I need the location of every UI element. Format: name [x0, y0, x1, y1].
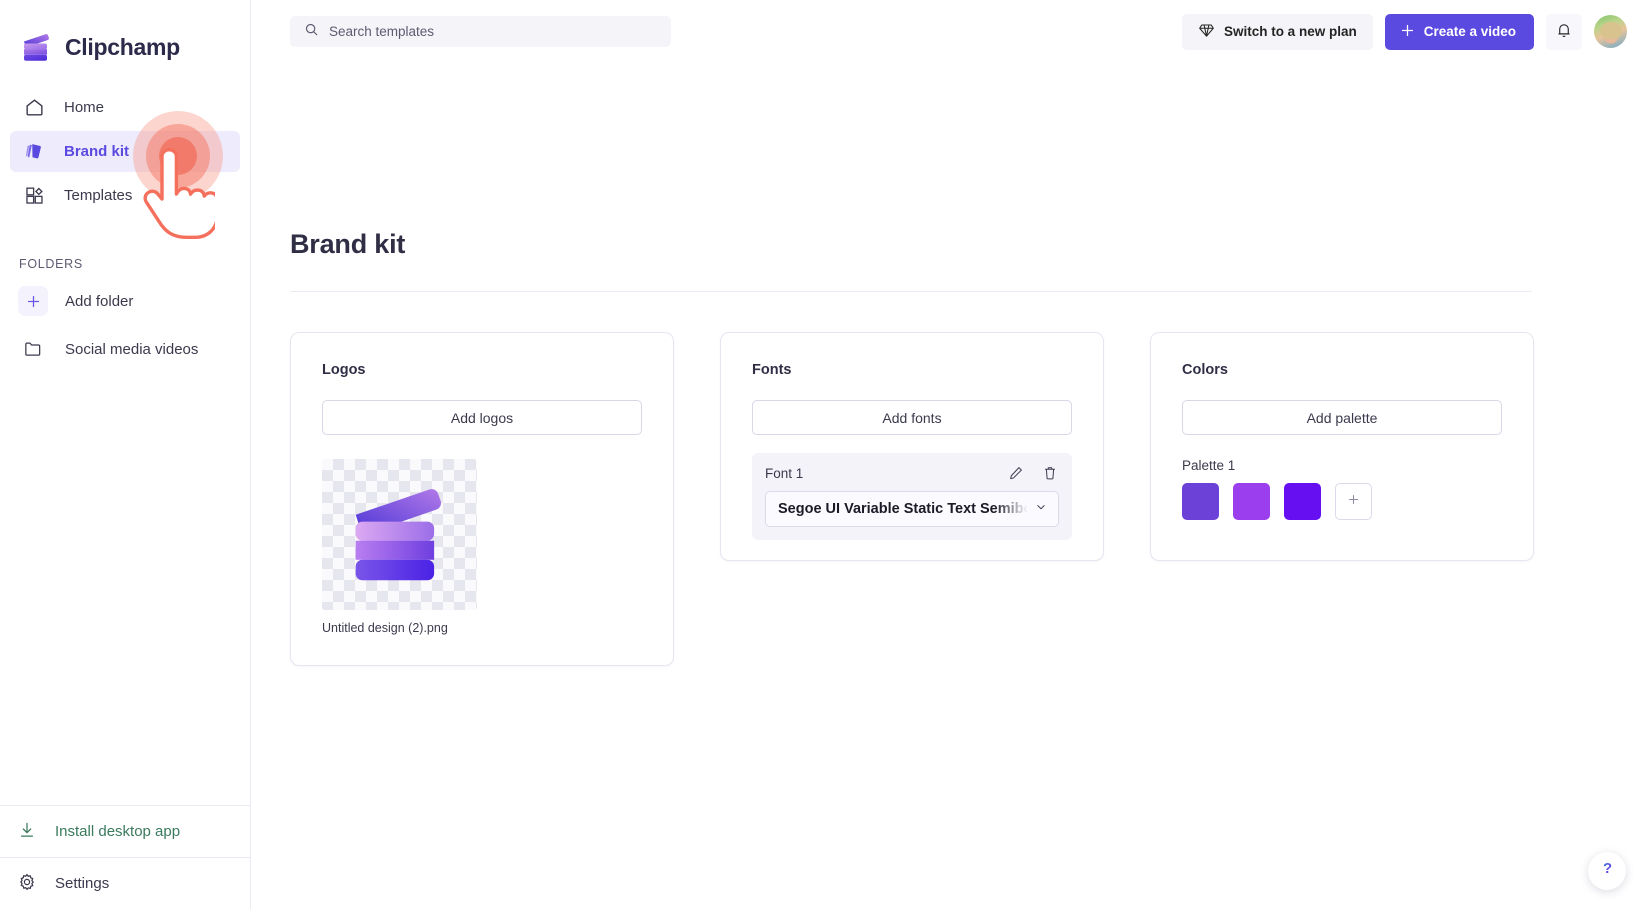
- sidebar-item-label: Social media videos: [65, 340, 199, 358]
- avatar[interactable]: [1594, 15, 1627, 48]
- switch-plan-button[interactable]: Switch to a new plan: [1181, 13, 1373, 50]
- svg-text:?: ?: [1602, 861, 1611, 877]
- templates-grid-icon: [22, 184, 46, 208]
- sidebar-footer-label: Settings: [55, 875, 110, 892]
- add-folder-icon-wrap: [18, 286, 48, 316]
- page-title: Brand kit: [290, 229, 406, 259]
- font-item: Font 1 Segoe UI Variable Static Text Sem…: [752, 453, 1072, 540]
- fonts-card: Fonts Add fonts Font 1 Segoe UI Variable…: [720, 332, 1104, 561]
- plus-icon: [1346, 492, 1361, 512]
- brand-kit-cards: Logos Add logos Untitled design (2).png …: [290, 332, 1647, 666]
- title-divider: [290, 291, 1532, 292]
- sidebar-item-social-media-videos[interactable]: Social media videos: [10, 327, 240, 371]
- clipchamp-app: Clipchamp Home Brand kit Templates FOLDE…: [0, 0, 1647, 909]
- main-content: Switch to a new plan Create a video: [251, 0, 1647, 909]
- add-fonts-button[interactable]: Add fonts: [752, 400, 1072, 435]
- search-box[interactable]: [290, 16, 671, 47]
- sidebar-item-label: Brand kit: [64, 143, 130, 160]
- add-logos-button[interactable]: Add logos: [322, 400, 642, 435]
- trash-icon[interactable]: [1041, 464, 1059, 482]
- add-color-swatch-button[interactable]: [1335, 483, 1372, 520]
- font-select-value: Segoe UI Variable Static Text Semibold: [778, 501, 1030, 517]
- add-logos-label: Add logos: [450, 409, 514, 426]
- brand-kit-icon: [22, 140, 46, 164]
- sidebar-item-home[interactable]: Home: [10, 87, 240, 128]
- clapperboard-logo-icon: [20, 32, 54, 62]
- pencil-icon[interactable]: [1007, 464, 1025, 482]
- font-item-actions: [1007, 464, 1059, 482]
- sidebar-item-add-folder[interactable]: Add folder: [10, 279, 240, 323]
- notifications-button[interactable]: [1546, 13, 1582, 50]
- sidebar-item-label: Templates: [64, 187, 133, 204]
- logo-item: Untitled design (2).png: [322, 459, 477, 635]
- create-video-label: Create a video: [1423, 24, 1516, 39]
- sidebar-footer-label: Install desktop app: [55, 823, 181, 840]
- plus-icon: [1399, 22, 1416, 42]
- settings-button[interactable]: Settings: [0, 857, 250, 909]
- primary-nav: Home Brand kit Templates: [0, 84, 250, 219]
- color-swatch[interactable]: [1233, 483, 1270, 520]
- folder-icon: [18, 334, 48, 364]
- sidebar-item-label: Add folder: [65, 292, 134, 310]
- help-button[interactable]: ?: [1588, 852, 1626, 890]
- top-bar: Switch to a new plan Create a video: [251, 0, 1647, 63]
- logo-filename: Untitled design (2).png: [322, 621, 448, 635]
- top-bar-actions: Switch to a new plan Create a video: [1181, 13, 1627, 50]
- add-palette-button[interactable]: Add palette: [1182, 400, 1502, 435]
- plus-icon: [18, 286, 48, 316]
- bell-icon: [1555, 21, 1573, 42]
- install-desktop-app-button[interactable]: Install desktop app: [0, 805, 250, 857]
- clapperboard-logo-image: [342, 480, 458, 589]
- color-swatch[interactable]: [1284, 483, 1321, 520]
- colors-card: Colors Add palette Palette 1: [1150, 332, 1534, 561]
- sidebar-item-templates[interactable]: Templates: [10, 175, 240, 216]
- sidebar: Clipchamp Home Brand kit Templates FOLDE…: [0, 0, 251, 909]
- font-item-label: Font 1: [765, 465, 804, 481]
- app-name: Clipchamp: [65, 33, 180, 60]
- add-palette-label: Add palette: [1306, 409, 1378, 426]
- switch-plan-label: Switch to a new plan: [1223, 24, 1357, 39]
- add-fonts-label: Add fonts: [882, 409, 942, 426]
- logos-card: Logos Add logos Untitled design (2).png: [290, 332, 674, 666]
- download-icon: [17, 820, 37, 844]
- sidebar-item-label: Home: [64, 99, 105, 116]
- search-icon: [304, 22, 319, 42]
- question-mark-icon: ?: [1597, 858, 1618, 884]
- diamond-icon: [1198, 22, 1215, 42]
- logo-thumbnail[interactable]: [322, 459, 477, 610]
- avatar-hair: [1600, 22, 1621, 40]
- gear-icon: [17, 872, 37, 896]
- page-body: Brand kit Logos Add logos Untitled desig…: [251, 229, 1647, 666]
- font-item-header: Font 1: [765, 464, 1059, 482]
- logos-card-title: Logos: [322, 362, 366, 378]
- font-select[interactable]: Segoe UI Variable Static Text Semibold: [765, 491, 1059, 527]
- folders-heading: FOLDERS: [19, 257, 83, 271]
- color-swatch[interactable]: [1182, 483, 1219, 520]
- palette-label: Palette 1: [1182, 458, 1236, 473]
- chevron-down-icon: [1034, 500, 1048, 519]
- palette-swatches: [1182, 483, 1502, 520]
- fonts-card-title: Fonts: [752, 362, 792, 378]
- search-input[interactable]: [329, 24, 629, 39]
- create-video-button[interactable]: Create a video: [1384, 13, 1534, 50]
- home-icon: [22, 96, 46, 120]
- sidebar-footer: Install desktop app Settings: [0, 805, 250, 909]
- app-brand[interactable]: Clipchamp: [0, 0, 250, 72]
- colors-card-title: Colors: [1182, 362, 1228, 378]
- sidebar-item-brand-kit[interactable]: Brand kit: [10, 131, 240, 172]
